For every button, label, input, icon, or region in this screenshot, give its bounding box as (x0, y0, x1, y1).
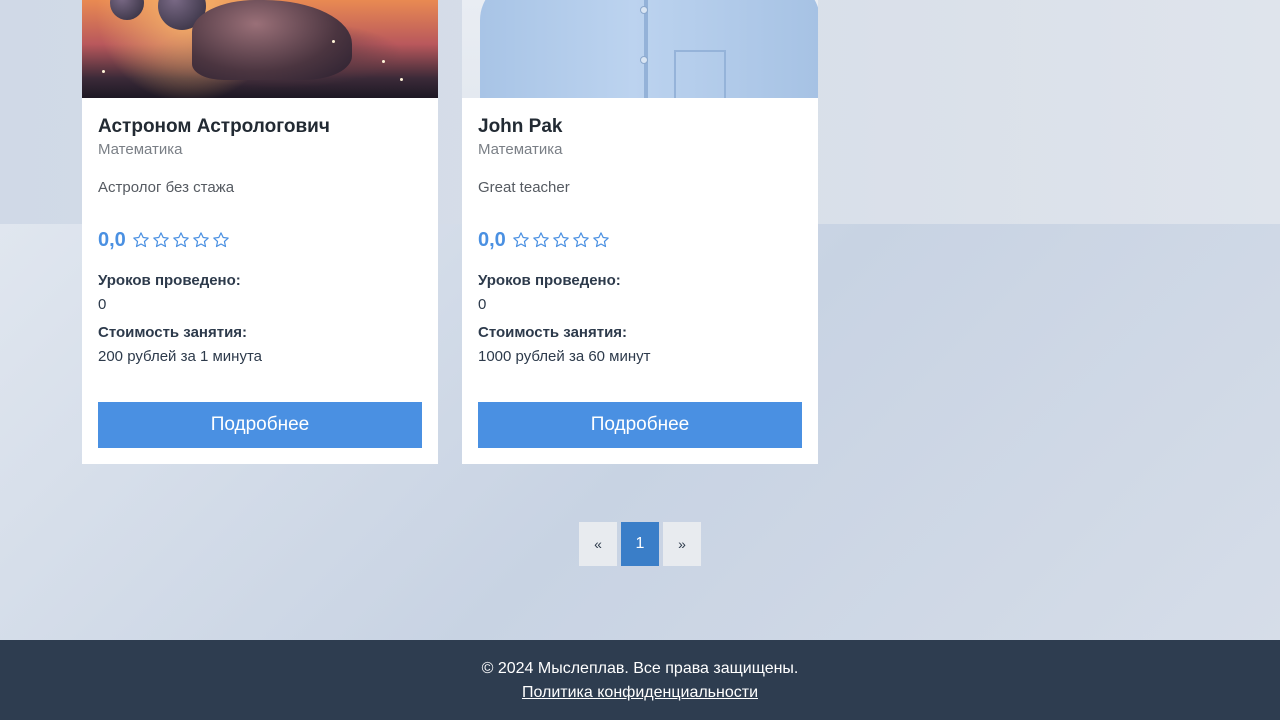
details-button[interactable]: Подробнее (478, 402, 802, 448)
star-outline-icon (573, 232, 589, 248)
rating: 0,0 (98, 228, 422, 252)
star-outline-icon (213, 232, 229, 248)
tutor-photo (82, 0, 438, 98)
price-label: Стоимость занятия: (98, 324, 248, 341)
privacy-policy-link[interactable]: Политика конфиденциальности (522, 680, 758, 706)
tutor-subject: Математика (98, 141, 183, 158)
lessons-value: 0 (478, 296, 487, 313)
price-label: Стоимость занятия: (478, 324, 628, 341)
pagination-prev-button[interactable]: « (579, 522, 617, 566)
tutor-card: Астроном Астрологович Математика Астроло… (82, 0, 438, 464)
footer-copyright: © 2024 Мыслеплав. Все права защищены. (481, 660, 799, 677)
lessons-label: Уроков проведено: (478, 272, 621, 289)
tutor-description: Great teacher (478, 179, 570, 196)
lessons-label: Уроков проведено: (98, 272, 241, 289)
tutor-card: John Pak Математика Great teacher 0,0 Ур… (462, 0, 818, 464)
pagination-page-button[interactable]: 1 (621, 522, 659, 566)
tutor-description: Астролог без стажа (98, 179, 235, 196)
star-outline-icon (153, 232, 169, 248)
lessons-value: 0 (98, 296, 107, 313)
tutor-name: John Pak (478, 116, 563, 137)
rating-value: 0,0 (478, 228, 506, 251)
star-outline-icon (593, 232, 609, 248)
details-button[interactable]: Подробнее (98, 402, 422, 448)
tutor-photo (462, 0, 818, 98)
star-outline-icon (133, 232, 149, 248)
pagination: « 1 » (579, 522, 701, 566)
tutor-name: Астроном Астрологович (98, 116, 330, 137)
rating-value: 0,0 (98, 228, 126, 251)
pagination-next-button[interactable]: » (663, 522, 701, 566)
price-value: 200 рублей за 1 минута (98, 348, 263, 365)
star-outline-icon (193, 232, 209, 248)
rating: 0,0 (478, 228, 802, 252)
star-outline-icon (533, 232, 549, 248)
rating-stars (132, 231, 230, 249)
star-outline-icon (553, 232, 569, 248)
footer: © 2024 Мыслеплав. Все права защищены. По… (0, 640, 1280, 720)
star-outline-icon (513, 232, 529, 248)
star-outline-icon (173, 232, 189, 248)
rating-stars (512, 231, 610, 249)
tutor-subject: Математика (478, 141, 563, 158)
price-value: 1000 рублей за 60 минут (478, 348, 651, 365)
